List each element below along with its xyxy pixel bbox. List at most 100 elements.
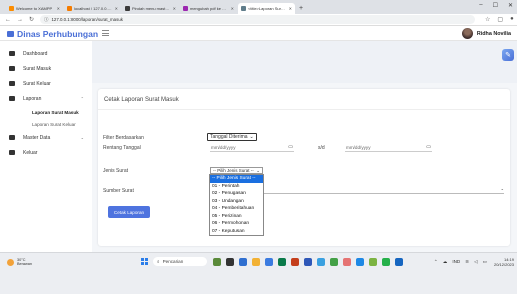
sidebar-item-master-data[interactable]: Master Data ⌄ — [0, 130, 92, 145]
dropdown-option[interactable]: 07 - Keputusan — [210, 228, 263, 236]
search-icon: ⌕ — [157, 259, 160, 264]
edge-icon[interactable] — [239, 258, 247, 266]
close-tab-icon[interactable]: ✕ — [231, 6, 234, 11]
url-field[interactable]: ⓘ 127.0.0.1:8000/laporan/surat_masuk — [40, 15, 476, 24]
report-card: Cetak Laporan Surat Masuk — [98, 89, 510, 246]
onedrive-icon[interactable]: ☁ — [443, 259, 448, 265]
sidebar-item-dashboard[interactable]: Dashboard — [0, 46, 92, 61]
dropdown-option[interactable]: 03 - Undangan — [210, 198, 263, 206]
dropdown-option[interactable]: 01 - Perintah — [210, 183, 263, 191]
close-tab-icon[interactable]: ✕ — [57, 6, 60, 11]
envelope-icon — [7, 31, 14, 37]
chrome-icon[interactable] — [330, 258, 338, 266]
sd-label: s/d — [318, 145, 325, 151]
outbox-icon — [9, 81, 15, 86]
extensions-icon[interactable]: ▢ — [497, 16, 503, 23]
info-icon[interactable]: ⓘ — [44, 17, 48, 23]
language-indicator[interactable]: IND — [452, 259, 460, 265]
vscode-icon[interactable] — [356, 258, 364, 266]
url-text: 127.0.0.1:8000/laporan/surat_masuk — [51, 17, 123, 22]
tab-title: <title>Laporan Surat Masuk — [248, 6, 287, 11]
excel-icon[interactable] — [278, 258, 286, 266]
settings-icon[interactable]: ✎ — [502, 49, 514, 61]
dropdown-option[interactable]: -- Pilih Jenis Surat -- — [210, 175, 263, 183]
jenis-select-value: -- Pilih Jenis Surat -- — [213, 168, 254, 173]
cetak-laporan-button[interactable]: Cetak Laporan — [108, 206, 150, 218]
chevron-down-icon: ⌄ — [500, 186, 504, 191]
favicon-icon — [9, 6, 14, 11]
whatsapp-icon[interactable] — [382, 258, 390, 266]
sidebar-item-label: Surat Masuk — [23, 65, 52, 72]
dropdown-option[interactable]: 06 - Permohonan — [210, 220, 263, 228]
battery-icon[interactable]: ▭ — [483, 259, 487, 265]
word-icon[interactable] — [304, 258, 312, 266]
dropdown-option[interactable]: 02 - Penugasan — [210, 190, 263, 198]
hamburger-menu-icon[interactable] — [102, 30, 109, 36]
page-banner: ✎ — [92, 41, 517, 83]
close-tab-icon[interactable]: ✕ — [115, 6, 118, 11]
filter-select-value: Tanggal Diterima — [210, 134, 248, 140]
forward-icon[interactable]: → — [17, 17, 23, 23]
back-icon[interactable]: ← — [5, 17, 11, 23]
taskbar: 30°C Berawan ⌕ Pencarian ⌃ ☁ IND ≋ ◁ ▭ 1… — [0, 252, 517, 294]
filter-select[interactable]: Tanggal Diterima ⌄ — [207, 133, 257, 141]
tab-title: Pindah menu master data — [132, 6, 171, 11]
close-window-icon[interactable]: ✕ — [508, 2, 513, 9]
browser-tab[interactable]: <title>Laporan Surat Masuk✕ — [238, 3, 295, 14]
powerpoint-icon[interactable] — [291, 258, 299, 266]
sidebar-item-keluar[interactable]: Keluar — [0, 145, 92, 160]
dropdown-option[interactable]: 05 - Perizinan — [210, 213, 263, 221]
sidebar-item-surat-masuk[interactable]: Surat Masuk — [0, 61, 92, 76]
close-tab-icon[interactable]: ✕ — [173, 6, 176, 11]
widget-app-icon[interactable] — [213, 258, 221, 266]
task-view-icon[interactable] — [226, 258, 234, 266]
photos-icon[interactable] — [317, 258, 325, 266]
taskbar-apps — [213, 258, 403, 266]
calendar-icon[interactable]: ▭ — [288, 144, 293, 150]
volume-icon[interactable]: ◁ — [474, 259, 478, 265]
bookmark-star-icon[interactable]: ☆ — [485, 16, 490, 23]
favicon-icon — [125, 6, 130, 11]
start-date-input[interactable]: mm/dd/yyyy ▭ — [210, 143, 294, 152]
sidebar: Dashboard Surat Masuk Surat Keluar Lapor… — [0, 41, 92, 252]
sidebar-item-surat-keluar[interactable]: Surat Keluar — [0, 76, 92, 91]
app-icon[interactable] — [395, 258, 403, 266]
sumber-surat-select[interactable]: ⌄ — [264, 186, 504, 194]
brand[interactable]: Dinas Perhubungan — [7, 29, 98, 39]
browser-tab[interactable]: mengubah pdf ke word online✕ — [180, 3, 237, 14]
favicon-icon — [67, 6, 72, 11]
windows-start-icon[interactable] — [141, 258, 148, 265]
clock[interactable]: 14:19 20/12/2023 — [494, 257, 514, 267]
new-tab-button[interactable]: + — [299, 3, 303, 14]
end-date-input[interactable]: mm/dd/yyyy ▭ — [345, 143, 432, 152]
maximize-icon[interactable]: ☐ — [493, 2, 498, 9]
minimize-icon[interactable]: – — [479, 2, 482, 9]
close-tab-icon[interactable]: ✕ — [289, 6, 292, 11]
user-menu[interactable]: Ridha Novilia — [461, 28, 511, 39]
sidebar-item-laporan[interactable]: Laporan ⌃ — [0, 91, 92, 106]
profile-icon[interactable]: ● — [510, 16, 514, 23]
dashboard-icon — [9, 51, 15, 56]
store-icon[interactable] — [265, 258, 273, 266]
sidebar-subitem-laporan-surat-masuk[interactable]: Laporan Surat Masuk — [0, 106, 92, 118]
jenis-surat-dropdown-list: -- Pilih Jenis Surat -- 01 - Perintah 02 -… — [209, 174, 264, 236]
calendar-icon[interactable]: ▭ — [426, 144, 431, 150]
dropdown-option[interactable]: 04 - Pemberitahuan — [210, 205, 263, 213]
wifi-icon[interactable]: ≋ — [465, 259, 469, 265]
file-explorer-icon[interactable] — [252, 258, 260, 266]
sidebar-subitem-laporan-surat-keluar[interactable]: Laporan Surat Keluar — [0, 118, 92, 130]
start-date-placeholder: mm/dd/yyyy — [211, 144, 236, 150]
jenis-surat-select[interactable]: -- Pilih Jenis Surat -- ⌄ — [210, 167, 263, 174]
taskbar-search[interactable]: ⌕ Pencarian — [153, 257, 207, 266]
xampp-icon[interactable] — [343, 258, 351, 266]
jenis-label: Jenis Surat — [103, 168, 129, 174]
weather-widget[interactable]: 30°C Berawan — [7, 258, 32, 267]
browser-tab[interactable]: localhost / 127.0.0.1 / surat / s✕ — [64, 3, 121, 14]
chevron-down-icon: ⌄ — [256, 167, 260, 173]
reload-icon[interactable]: ↻ — [29, 16, 34, 23]
app-icon[interactable] — [369, 258, 377, 266]
browser-tab[interactable]: Welcome to XAMPP ✕ — [6, 3, 63, 14]
chevron-up-icon[interactable]: ⌃ — [434, 259, 438, 265]
tab-title: mengubah pdf ke word online — [190, 6, 229, 11]
browser-tab[interactable]: Pindah menu master data✕ — [122, 3, 179, 14]
